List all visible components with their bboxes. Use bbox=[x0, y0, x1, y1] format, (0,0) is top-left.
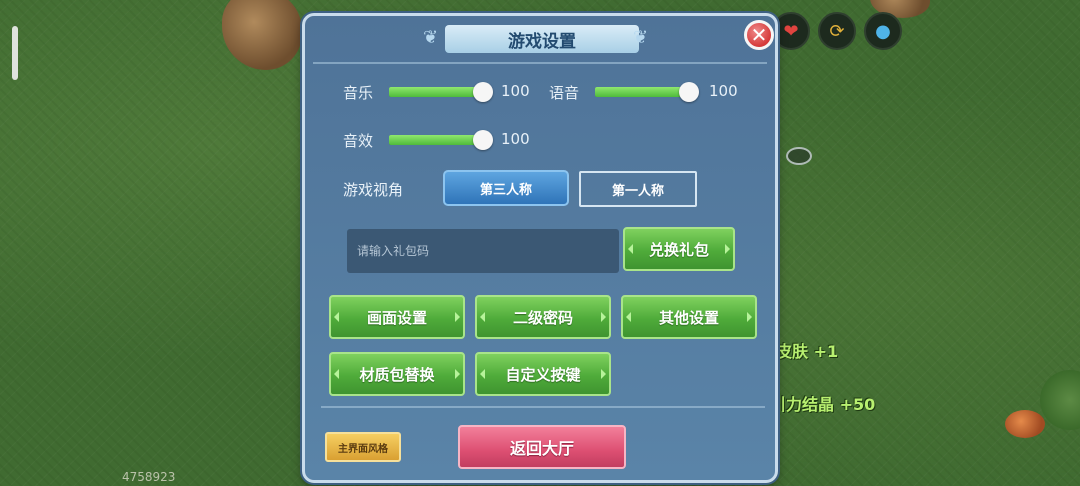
stamina-icon: ⟳ bbox=[818, 12, 856, 50]
texture-pack-button[interactable]: 材质包替换 bbox=[329, 352, 465, 396]
pumpkin-decoration bbox=[1005, 410, 1045, 438]
view-first-person-button[interactable]: 第一人称 bbox=[579, 171, 697, 207]
slider-fill bbox=[595, 87, 689, 97]
slider-knob[interactable] bbox=[473, 82, 493, 102]
view-third-person-button[interactable]: 第三人称 bbox=[443, 170, 569, 206]
sfx-value: 100 bbox=[501, 130, 530, 148]
ui-style-button[interactable]: 主界面风格 bbox=[325, 432, 401, 462]
voice-value: 100 bbox=[709, 82, 738, 100]
gift-code-input[interactable] bbox=[347, 229, 619, 273]
slider-fill bbox=[389, 135, 483, 145]
coordinate-readout: 4758923 bbox=[122, 470, 176, 484]
game-settings-dialog: ❦ 游戏设置 ❦ ✕ 音乐 100 语音 100 音效 100 游戏视角 第三人… bbox=[302, 13, 778, 483]
menu-handle[interactable] bbox=[12, 26, 18, 80]
music-value: 100 bbox=[501, 82, 530, 100]
music-slider[interactable] bbox=[389, 82, 493, 102]
water-drop-icon: ● bbox=[864, 12, 902, 50]
slider-fill bbox=[389, 87, 483, 97]
graphics-settings-button[interactable]: 画面设置 bbox=[329, 295, 465, 339]
sfx-label: 音效 bbox=[343, 132, 374, 150]
close-button[interactable]: ✕ bbox=[744, 20, 774, 50]
divider bbox=[313, 62, 767, 64]
close-icon: ✕ bbox=[750, 23, 768, 47]
custom-keys-button[interactable]: 自定义按键 bbox=[475, 352, 611, 396]
redeem-gift-button[interactable]: 兑换礼包 bbox=[623, 227, 735, 271]
music-label: 音乐 bbox=[343, 84, 374, 102]
slider-knob[interactable] bbox=[679, 82, 699, 102]
dialog-title: 游戏设置 bbox=[445, 25, 639, 53]
sfx-slider[interactable] bbox=[389, 130, 493, 150]
title-ornament-icon: ❦ bbox=[423, 27, 439, 48]
divider bbox=[321, 406, 765, 408]
other-settings-button[interactable]: 其他设置 bbox=[621, 295, 757, 339]
view-label: 游戏视角 bbox=[343, 181, 404, 199]
slider-knob[interactable] bbox=[473, 130, 493, 150]
eye-icon[interactable] bbox=[786, 147, 812, 165]
back-to-lobby-button[interactable]: 返回大厅 bbox=[458, 425, 626, 469]
voice-label: 语音 bbox=[549, 84, 580, 102]
title-ornament-icon: ❦ bbox=[633, 27, 649, 48]
voice-slider[interactable] bbox=[595, 82, 699, 102]
secondary-password-button[interactable]: 二级密码 bbox=[475, 295, 611, 339]
